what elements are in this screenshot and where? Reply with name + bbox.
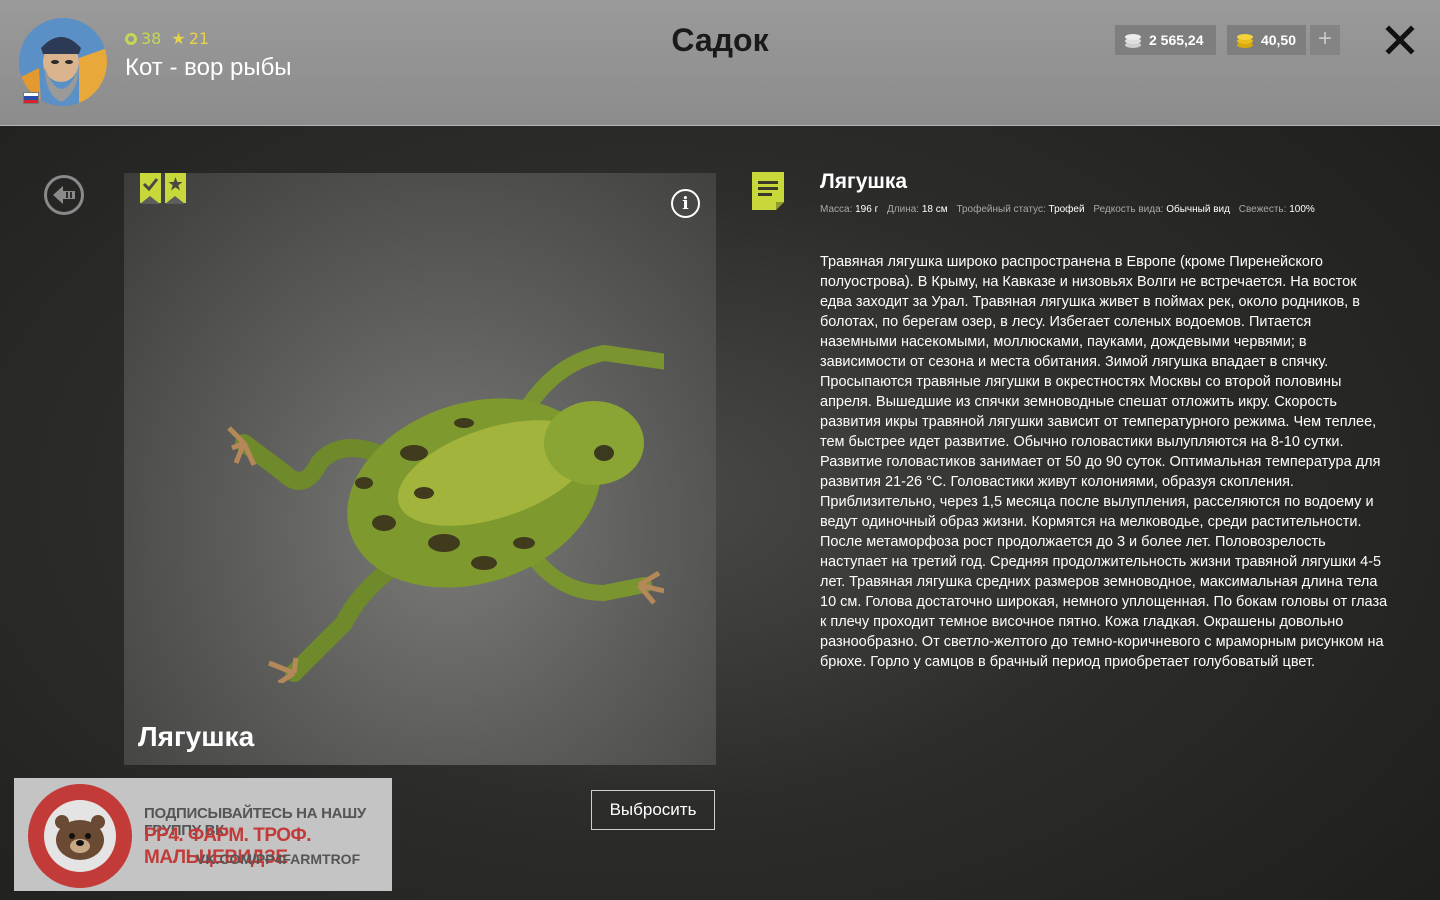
frog-image (227, 344, 664, 683)
fish-properties: Масса: 196 г Длина: 18 см Трофейный стат… (820, 204, 1321, 215)
russia-flag-icon (23, 92, 39, 104)
promo-url: VK.COM/PP4FARMTROF (196, 851, 361, 867)
card-badges (140, 173, 186, 204)
notes-icon (752, 172, 784, 210)
length-value: 18 см (921, 204, 948, 215)
release-button[interactable]: Выбросить (591, 790, 715, 830)
trophy-value: Трофей (1048, 204, 1085, 215)
header-bar: 38 ★ 21 Кот - вор рыбы Садок 2 565,24 40… (0, 0, 1440, 126)
rarity-label: Редкость вида: (1093, 204, 1164, 215)
card-fish-name: Лягушка (138, 721, 255, 752)
promo-banner: ПОДПИСЫВАЙТЕСЬ НА НАШУ ГРУППУ ВК: РР4. Ф… (14, 778, 392, 891)
star-bookmark-icon (165, 173, 186, 204)
check-bookmark-icon (140, 173, 161, 204)
info-button[interactable]: i (671, 189, 700, 218)
add-gold-button[interactable]: + (1310, 25, 1340, 55)
back-button[interactable] (44, 175, 84, 215)
close-icon[interactable] (1384, 24, 1416, 56)
page-title: Садок (671, 22, 769, 58)
back-arrow-icon (53, 186, 75, 204)
gold-balance: 40,50 (1227, 25, 1306, 55)
length-label: Длина: (887, 204, 920, 215)
trophy-label: Трофейный статус: (956, 204, 1046, 215)
mass-value: 196 г (855, 204, 879, 215)
bear-logo (28, 784, 132, 888)
silver-balance: 2 565,24 (1115, 25, 1216, 55)
silver-coins-icon (1125, 34, 1141, 48)
fish-card: i Лягушка (124, 173, 716, 765)
freshness-label: Свежесть: (1238, 204, 1287, 215)
detail-title: Лягушка (820, 170, 908, 193)
rarity-value: Обычный вид (1166, 204, 1230, 215)
mass-label: Масса: (820, 204, 853, 215)
freshness-value: 100% (1289, 204, 1315, 215)
fish-description: Травяная лягушка широко распространена в… (820, 254, 1388, 670)
gold-coins-icon (1236, 34, 1253, 48)
